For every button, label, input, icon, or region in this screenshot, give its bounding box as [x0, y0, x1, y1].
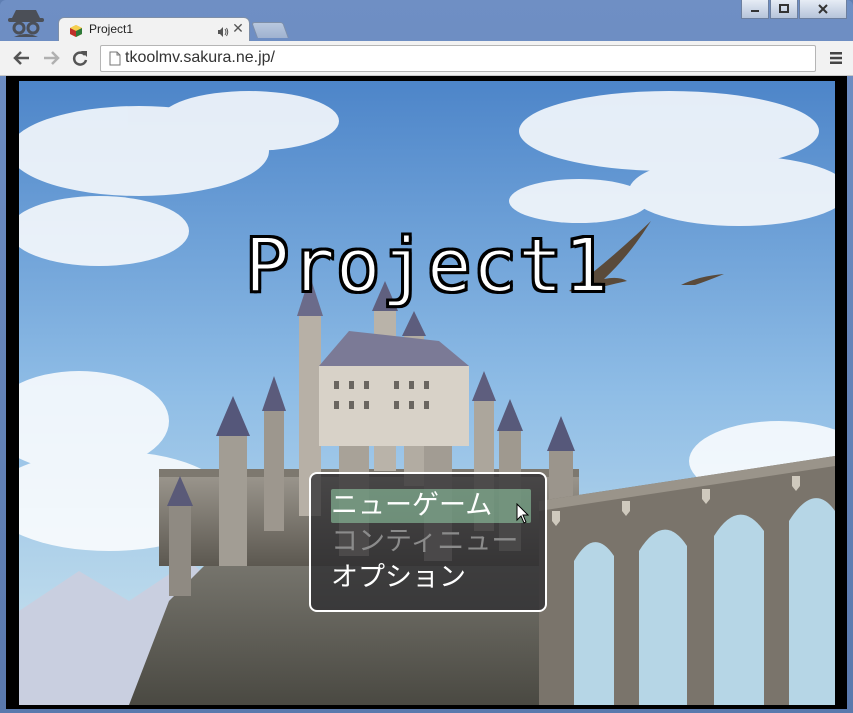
- minimize-icon: [751, 10, 759, 12]
- menu-item-continue[interactable]: コンティニュー: [331, 525, 531, 559]
- page-content: Project1 ニューゲーム コンティニュー オプション: [6, 76, 847, 709]
- maximize-button[interactable]: [770, 0, 798, 19]
- tab-project1[interactable]: Project1 ✕: [58, 17, 250, 42]
- new-tab-button[interactable]: [251, 22, 289, 38]
- close-tab-icon[interactable]: ✕: [231, 21, 245, 37]
- hamburger-menu-icon[interactable]: [829, 50, 843, 64]
- maximize-icon: [779, 4, 789, 13]
- title-command-window: ニューゲーム コンティニュー オプション: [309, 472, 547, 612]
- menu-item-options[interactable]: オプション: [331, 561, 531, 595]
- incognito-icon: [6, 4, 46, 40]
- rpgmaker-favicon-icon: [69, 23, 83, 37]
- title-bar: Project1 ✕: [0, 0, 853, 42]
- page-icon: [109, 51, 121, 66]
- close-window-button[interactable]: [799, 0, 847, 19]
- close-icon: [818, 4, 828, 14]
- reload-icon[interactable]: [70, 49, 90, 67]
- back-arrow-icon[interactable]: [12, 49, 32, 67]
- speaker-icon[interactable]: [217, 23, 229, 37]
- browser-window: Project1 ✕ tkoolmv.sakura.ne.jp/ Project…: [0, 0, 853, 713]
- browser-toolbar: tkoolmv.sakura.ne.jp/: [0, 41, 853, 76]
- url-text[interactable]: tkoolmv.sakura.ne.jp/: [125, 49, 275, 67]
- minimize-button[interactable]: [741, 0, 769, 19]
- game-title: Project1: [244, 222, 610, 310]
- tab-title: Project1: [89, 22, 134, 36]
- address-bar[interactable]: tkoolmv.sakura.ne.jp/: [100, 45, 816, 72]
- game-canvas[interactable]: Project1 ニューゲーム コンティニュー オプション: [19, 81, 835, 705]
- menu-item-new-game[interactable]: ニューゲーム: [331, 489, 531, 523]
- forward-arrow-icon[interactable]: [41, 49, 61, 67]
- mouse-cursor-icon: [516, 502, 530, 525]
- window-controls: [740, 0, 847, 20]
